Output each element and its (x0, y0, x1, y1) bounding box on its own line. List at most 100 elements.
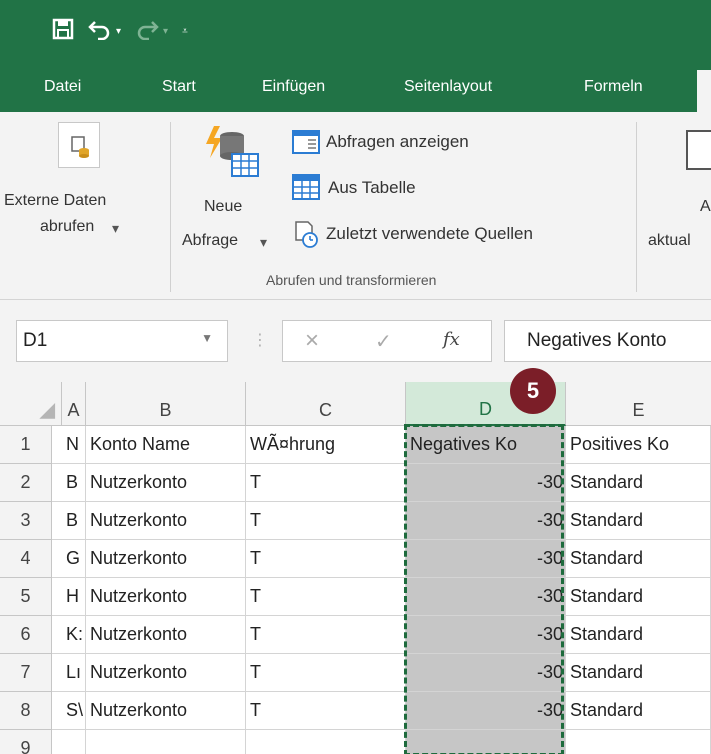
cell-c2[interactable]: T (246, 464, 406, 502)
external-data-dropdown-icon[interactable]: ▾ (112, 220, 119, 237)
cell-a1[interactable]: N (52, 426, 86, 464)
recent-sources-icon[interactable] (292, 220, 320, 248)
enter-icon[interactable]: ✓ (375, 329, 392, 354)
new-query-label-1[interactable]: Neue (204, 198, 242, 216)
redo-dropdown-icon: ▾ (163, 26, 169, 37)
recent-sources-button[interactable]: Zuletzt verwendete Quellen (326, 224, 533, 244)
cell-b3[interactable]: Nutzerkonto (86, 502, 246, 540)
cell-d3[interactable]: -30 (406, 502, 566, 540)
cell-b8[interactable]: Nutzerkonto (86, 692, 246, 730)
column-header-a[interactable]: A (62, 382, 86, 426)
cell-d7[interactable]: -30 (406, 654, 566, 692)
cell-d5[interactable]: -30 (406, 578, 566, 616)
cell-b2[interactable]: Nutzerkonto (86, 464, 246, 502)
tab-formeln[interactable]: Formeln (584, 78, 643, 96)
cell-b4[interactable]: Nutzerkonto (86, 540, 246, 578)
column-header-e[interactable]: E (566, 382, 711, 426)
row-header-2[interactable]: 2 (0, 464, 52, 502)
cell-d1[interactable]: Negatives Ko (406, 426, 566, 464)
show-queries-button[interactable]: Abfragen anzeigen (326, 132, 469, 152)
cell-c7[interactable]: T (246, 654, 406, 692)
cell-a7[interactable]: Lı (52, 654, 86, 692)
row-header-4[interactable]: 4 (0, 540, 52, 578)
cell-a2[interactable]: B (52, 464, 86, 502)
cell-e2[interactable]: Standard (566, 464, 711, 502)
cell-e1[interactable]: Positives Ko (566, 426, 711, 464)
new-query-icon[interactable] (202, 124, 262, 182)
external-data-icon[interactable] (58, 122, 100, 168)
show-queries-icon[interactable] (292, 130, 320, 154)
column-header-b[interactable]: B (86, 382, 246, 426)
row-header-3[interactable]: 3 (0, 502, 52, 540)
cell-a9[interactable] (52, 730, 86, 754)
cell-d2[interactable]: -30 (406, 464, 566, 502)
cell-e9[interactable] (566, 730, 711, 754)
cancel-icon[interactable]: × (305, 327, 319, 355)
new-query-dropdown-icon[interactable]: ▾ (260, 234, 267, 251)
quick-access-toolbar: ▾ ▾ ⩡ (52, 18, 188, 45)
new-query-label-2[interactable]: Abfrage (182, 232, 238, 250)
refresh-all-icon[interactable] (686, 130, 711, 170)
name-box[interactable]: D1 ▼ (16, 320, 228, 362)
tab-einfuegen[interactable]: Einfügen (262, 78, 325, 96)
external-data-label-1[interactable]: Externe Daten (4, 192, 106, 210)
cell-d8[interactable]: -30 (406, 692, 566, 730)
cell-a8[interactable]: S\ (52, 692, 86, 730)
cell-a6[interactable]: K: (52, 616, 86, 654)
external-data-label-2[interactable]: abrufen (40, 218, 94, 236)
cell-c1[interactable]: WÃ¤hrung (246, 426, 406, 464)
row-header-6[interactable]: 6 (0, 616, 52, 654)
tab-daten-active[interactable] (697, 70, 711, 112)
cell-c9[interactable] (246, 730, 406, 754)
row-header-8[interactable]: 8 (0, 692, 52, 730)
row-header-9[interactable]: 9 (0, 730, 52, 754)
cell-c4[interactable]: T (246, 540, 406, 578)
formula-bar-area: D1 ▼ ⋮ × ✓ fx Negatives Konto (0, 300, 711, 382)
insert-function-icon[interactable]: fx (443, 329, 460, 350)
cell-c6[interactable]: T (246, 616, 406, 654)
tab-start[interactable]: Start (162, 78, 196, 96)
select-all-corner[interactable] (0, 382, 62, 426)
cell-b6[interactable]: Nutzerkonto (86, 616, 246, 654)
redo-icon (135, 18, 159, 45)
cell-b9[interactable] (86, 730, 246, 754)
cell-e7[interactable]: Standard (566, 654, 711, 692)
formula-bar-grip-icon[interactable]: ⋮ (252, 330, 268, 350)
cell-c3[interactable]: T (246, 502, 406, 540)
refresh-label-1[interactable]: A (700, 198, 711, 216)
cell-c5[interactable]: T (246, 578, 406, 616)
tab-datei[interactable]: Datei (44, 78, 81, 96)
column-header-c[interactable]: C (246, 382, 406, 426)
cell-a3[interactable]: B (52, 502, 86, 540)
customize-qat-icon[interactable]: ⩡ (182, 26, 188, 37)
row-header-5[interactable]: 5 (0, 578, 52, 616)
from-table-icon[interactable] (292, 174, 320, 200)
cell-e3[interactable]: Standard (566, 502, 711, 540)
cell-d9[interactable] (406, 730, 566, 754)
cell-e8[interactable]: Standard (566, 692, 711, 730)
cell-a4[interactable]: G (52, 540, 86, 578)
row-header-1[interactable]: 1 (0, 426, 52, 464)
cell-b1[interactable]: Konto Name (86, 426, 246, 464)
save-icon[interactable] (52, 18, 74, 45)
row-header-7[interactable]: 7 (0, 654, 52, 692)
cell-e4[interactable]: Standard (566, 540, 711, 578)
cell-d6[interactable]: -30 (406, 616, 566, 654)
undo-dropdown-icon[interactable]: ▾ (116, 26, 121, 37)
name-box-dropdown-icon[interactable]: ▼ (201, 331, 213, 345)
undo-icon[interactable] (88, 18, 112, 45)
cell-e5[interactable]: Standard (566, 578, 711, 616)
tab-seitenlayout[interactable]: Seitenlayout (404, 78, 492, 96)
formula-buttons: × ✓ fx (282, 320, 492, 362)
ribbon-separator-2 (636, 122, 637, 292)
from-table-button[interactable]: Aus Tabelle (328, 178, 416, 198)
cell-b5[interactable]: Nutzerkonto (86, 578, 246, 616)
refresh-label-2[interactable]: aktual (648, 232, 691, 250)
cell-e6[interactable]: Standard (566, 616, 711, 654)
formula-input[interactable]: Negatives Konto (504, 320, 711, 362)
cell-c8[interactable]: T (246, 692, 406, 730)
cell-a5[interactable]: H (52, 578, 86, 616)
formula-value: Negatives Konto (527, 330, 667, 351)
cell-b7[interactable]: Nutzerkonto (86, 654, 246, 692)
cell-d4[interactable]: -30 (406, 540, 566, 578)
